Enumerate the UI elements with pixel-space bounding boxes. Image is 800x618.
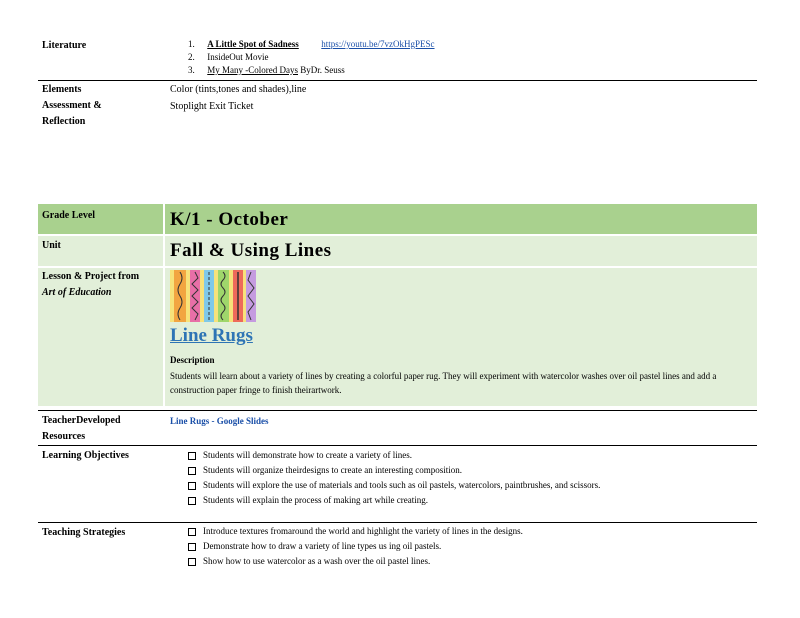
checkbox-icon xyxy=(188,497,196,505)
divider xyxy=(38,522,757,523)
lesson-label: Lesson & Project from Art of Education xyxy=(42,271,140,298)
description-label: Description xyxy=(170,355,215,365)
literature-list: 1. A Little Spot of Sadness https://yout… xyxy=(188,38,435,77)
objectives-list: Students will demonstrate how to create … xyxy=(188,448,728,508)
row-divider xyxy=(38,234,757,236)
divider-top xyxy=(38,80,757,81)
strategies-list: Introduce textures fromaround the world … xyxy=(188,524,728,569)
divider xyxy=(38,445,757,446)
checkbox-icon xyxy=(188,558,196,566)
unit-label: Unit xyxy=(42,240,61,251)
objectives-label: Learning Objectives xyxy=(42,450,129,461)
literature-label: Literature xyxy=(42,40,87,51)
line-rug-image xyxy=(170,270,256,322)
strategy-item: Show how to use watercolor as a wash ove… xyxy=(188,554,728,569)
assessment-label: Assessment & Reflection xyxy=(42,100,102,127)
literature-item-1: 1. A Little Spot of Sadness https://yout… xyxy=(188,39,435,49)
grade-value: K/1 - October xyxy=(170,209,289,230)
grade-row xyxy=(38,204,757,234)
strategies-label: Teaching Strategies xyxy=(42,527,126,538)
grade-label: Grade Level xyxy=(42,210,96,221)
unit-value: Fall & Using Lines xyxy=(170,240,332,261)
checkbox-icon xyxy=(188,528,196,536)
literature-item-2-title: InsideOut Movie xyxy=(207,52,269,62)
objective-item: Students will explore the use of materia… xyxy=(188,478,728,493)
teacher-resources-label: TeacherDeveloped Resources xyxy=(42,415,121,442)
elements-value: Color (tints,tones and shades),line xyxy=(170,84,307,95)
literature-item-3-author: ByDr. Seuss xyxy=(300,65,345,75)
checkbox-icon xyxy=(188,452,196,460)
row-divider xyxy=(38,266,757,268)
objective-item: Students will organize theirdesigns to c… xyxy=(188,463,728,478)
description-text: Students will learn about a variety of l… xyxy=(170,371,717,395)
assessment-value: Stoplight Exit Ticket xyxy=(170,101,254,112)
google-slides-link[interactable]: Line Rugs - Google Slides xyxy=(170,416,269,426)
lesson-title-link[interactable]: Line Rugs xyxy=(170,325,253,347)
objective-item: Students will demonstrate how to create … xyxy=(188,448,728,463)
elements-label: Elements xyxy=(42,84,82,95)
literature-item-3-title: My Many -Colored Days xyxy=(207,65,298,75)
divider xyxy=(38,410,757,411)
checkbox-icon xyxy=(188,467,196,475)
column-divider xyxy=(163,204,165,406)
literature-item-3: 3. My Many -Colored Days ByDr. Seuss xyxy=(188,65,345,75)
objective-item: Students will explain the process of mak… xyxy=(188,493,728,508)
literature-item-2: 2. InsideOut Movie xyxy=(188,52,269,62)
literature-item-1-title: A Little Spot of Sadness xyxy=(207,39,299,49)
strategy-item: Introduce textures fromaround the world … xyxy=(188,524,728,539)
checkbox-icon xyxy=(188,543,196,551)
checkbox-icon xyxy=(188,482,196,490)
unit-row xyxy=(38,236,757,266)
lesson-source: Art of Education xyxy=(42,287,112,298)
youtube-link[interactable]: https://youtu.be/7vzOkHgPESc xyxy=(321,39,434,49)
strategy-item: Demonstrate how to draw a variety of lin… xyxy=(188,539,728,554)
